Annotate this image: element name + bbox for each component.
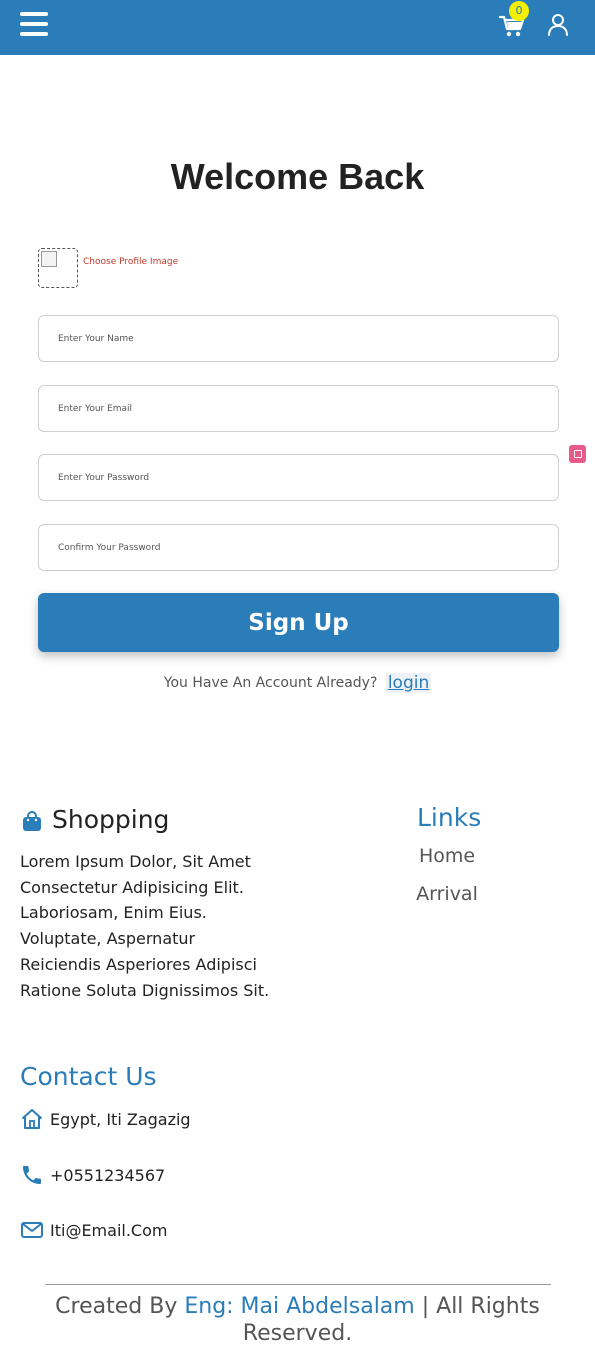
contact-phone-text: +0551234567 [50,1165,166,1185]
page-title: Welcome Back [170,156,425,197]
sign-up-button[interactable]: Sign Up [38,593,559,652]
links-title: Links [417,803,482,832]
choose-profile-image-label[interactable]: Choose Profile Image [83,257,178,267]
credits-prefix: Created By [55,1294,178,1319]
shopping-description: Lorem Ipsum Dolor, Sit Amet Consectetur … [20,852,270,1000]
shopping-bag-icon [23,811,41,831]
login-link[interactable]: login [385,673,432,693]
contact-address-text: Egypt, Iti Zagazig [50,1109,191,1129]
envelope-icon [21,1222,43,1238]
contact-title: Contact Us [20,1062,157,1091]
shopping-title: Shopping [52,805,170,834]
have-account-text: You Have An Account Already? [163,675,378,691]
contact-email: Iti@Email.Com [20,1217,167,1243]
profile-image-picker[interactable] [38,248,78,288]
footer-links-list: Home Arrival [400,842,494,918]
top-navbar [0,0,595,55]
phone-icon [23,1166,41,1184]
hamburger-menu-icon[interactable] [20,12,48,38]
login-prompt: You Have An Account Already? login [0,673,595,693]
credits-author-link[interactable]: Eng: Mai Abdelsalam [184,1294,414,1319]
footer-link-arrival[interactable]: Arrival [400,880,494,918]
contact-email-text: Iti@Email.Com [50,1220,168,1240]
email-input[interactable] [38,385,559,432]
user-profile-icon[interactable] [547,13,569,37]
footer-link-home[interactable]: Home [400,842,494,880]
floating-widget-icon[interactable] [569,445,586,463]
home-icon [22,1109,42,1129]
confirm-password-input[interactable] [38,524,559,571]
password-input[interactable] [38,454,559,501]
contact-address: Egypt, Iti Zagazig [20,1106,191,1132]
credits: Created By Eng: Mai Abdelsalam | All Rig… [50,1293,545,1347]
footer-divider [45,1284,551,1285]
contact-phone: +0551234567 [20,1162,165,1188]
broken-image-icon [41,251,57,267]
cart-count-badge: 0 [509,1,529,21]
name-input[interactable] [38,315,559,362]
